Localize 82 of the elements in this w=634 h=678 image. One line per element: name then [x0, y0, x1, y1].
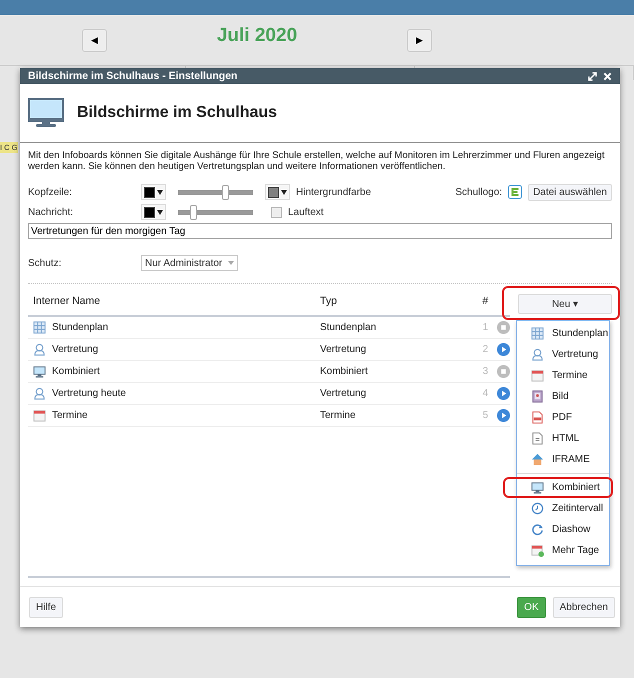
play-icon[interactable]	[496, 343, 510, 356]
menu-item[interactable]: Zeitintervall	[503, 498, 613, 519]
calendar-plus-icon	[531, 544, 544, 557]
column-header: #	[481, 295, 488, 307]
person-icon	[33, 343, 46, 356]
field-label: Nachricht:	[28, 206, 74, 218]
house-icon	[531, 453, 544, 466]
menu-item[interactable]: Kombiniert	[503, 477, 613, 498]
checkbox[interactable]	[271, 206, 282, 218]
field-label: Kopfzeile:	[28, 186, 73, 198]
description-text: Mit den Infoboards können Sie digitale Aushänge für Ihre Schule erstellen, welche auf Monitoren im Lehrerzimmer und Fluren angezeigt werden kann. Sie können den heutigen Vertretungsplan und weitere Informationen veröffentlichen.	[28, 150, 606, 172]
table-cell-text: 3	[482, 366, 488, 377]
stop-icon[interactable]	[496, 365, 510, 378]
maximize-icon[interactable]	[588, 72, 597, 80]
logo-icon	[508, 185, 522, 199]
menu-item[interactable]: Termine	[503, 365, 613, 386]
close-icon[interactable]	[603, 72, 612, 80]
color-picker[interactable]	[265, 184, 290, 200]
table-cell-text: Kombiniert	[320, 366, 369, 377]
marquee-label: Lauftext	[288, 206, 324, 218]
cycle-icon	[531, 523, 544, 536]
dialog-heading: Bildschirme im Schulhaus	[77, 104, 278, 122]
protection-dropdown[interactable]: Nur Administrator	[141, 255, 238, 271]
grid-icon	[33, 321, 46, 334]
caret-icon	[157, 190, 163, 194]
pdf-icon	[531, 411, 544, 424]
person-icon	[531, 348, 544, 361]
monitor-icon	[33, 365, 46, 378]
menu-item[interactable]: Vertretung	[503, 344, 613, 365]
table-cell-text: 5	[482, 410, 488, 421]
table-cell: Termine	[52, 410, 88, 421]
next-month-button[interactable]: ▶	[407, 28, 432, 52]
message-field[interactable]: Vertretungen für den morgigen Tag	[28, 223, 612, 239]
choose-file-button[interactable]: Datei auswählen	[528, 184, 612, 200]
previous-month-button[interactable]: ◀	[82, 28, 107, 52]
background-color-label: Hintergrundfarbe	[296, 186, 372, 198]
table-cell-text: 2	[482, 344, 488, 355]
table-cell-text: Termine	[320, 410, 357, 421]
stop-icon[interactable]	[496, 321, 510, 334]
menu-item[interactable]: Stundenplan	[503, 323, 613, 344]
calendar-icon	[33, 409, 46, 422]
person-icon	[33, 387, 46, 400]
caret-icon	[157, 210, 163, 214]
document-icon	[531, 432, 544, 445]
slider-thumb[interactable]	[190, 204, 197, 220]
monitor-icon	[531, 481, 544, 494]
field-label: Schutz:	[28, 258, 62, 268]
cancel-button[interactable]: Abbrechen	[552, 596, 615, 618]
play-icon[interactable]	[496, 387, 510, 400]
help-button[interactable]: Hilfe	[29, 596, 64, 618]
logo-label: Schullogo:	[455, 186, 502, 198]
clock-icon	[531, 502, 544, 515]
table-cell-text: 4	[482, 388, 488, 399]
caret-icon	[228, 261, 234, 265]
menu-item[interactable]: Bild	[503, 386, 613, 407]
table-cell: Vertretung heute	[52, 388, 126, 399]
image-icon	[531, 390, 544, 403]
color-picker[interactable]	[141, 184, 166, 200]
caret-icon	[281, 190, 287, 194]
color-picker[interactable]	[141, 204, 166, 220]
table-cell: Vertretung	[52, 344, 98, 355]
menu-item[interactable]: PDF	[503, 407, 613, 428]
dialog-title: Bildschirme im Schulhaus - Einstellungen	[28, 70, 238, 82]
menu-item[interactable]: Mehr Tage	[503, 540, 613, 561]
slider-thumb[interactable]	[222, 184, 228, 200]
monitor-icon	[28, 98, 64, 128]
column-header: Interner Name	[32, 295, 102, 307]
month-title: Juli 2020	[216, 25, 298, 47]
calendar-icon	[531, 369, 544, 382]
table-cell-text: 1	[482, 322, 488, 333]
table-cell-text: Vertretung	[320, 344, 368, 355]
new-button[interactable]: Neu ▾	[518, 294, 612, 314]
column-header: Typ	[320, 295, 338, 307]
grid-icon	[531, 327, 544, 340]
table-cell: Kombiniert	[52, 366, 100, 377]
menu-item[interactable]: HTML	[503, 428, 613, 449]
table-cell-text: Stundenplan	[320, 322, 378, 333]
table-cell: Stundenplan	[52, 322, 108, 333]
menu-item[interactable]: IFRAME	[503, 449, 613, 470]
table-cell-text: Vertretung	[320, 388, 368, 399]
play-icon[interactable]	[496, 409, 510, 422]
menu-item[interactable]: Diashow	[503, 519, 613, 540]
